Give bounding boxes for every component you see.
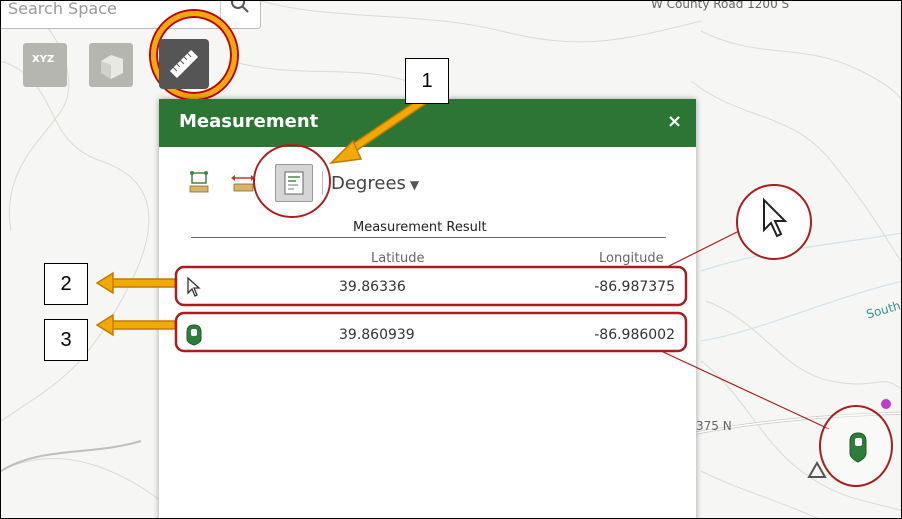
arrow-2-icon (95, 271, 176, 295)
arrow-3-icon (95, 313, 176, 337)
map-point-dot (881, 399, 891, 409)
marker-zoom-circle (819, 405, 893, 487)
cursor-zoom-circle (736, 184, 812, 260)
screenshot-frame: Search Space W County Road 1200 S 375 N … (0, 0, 902, 519)
callout-2: 2 (44, 263, 88, 305)
arrow-1-icon (328, 96, 428, 165)
callout-3: 3 (44, 319, 88, 361)
green-marker-icon (849, 432, 867, 463)
cursor-icon (763, 197, 788, 238)
callout-1: 1 (405, 58, 449, 104)
